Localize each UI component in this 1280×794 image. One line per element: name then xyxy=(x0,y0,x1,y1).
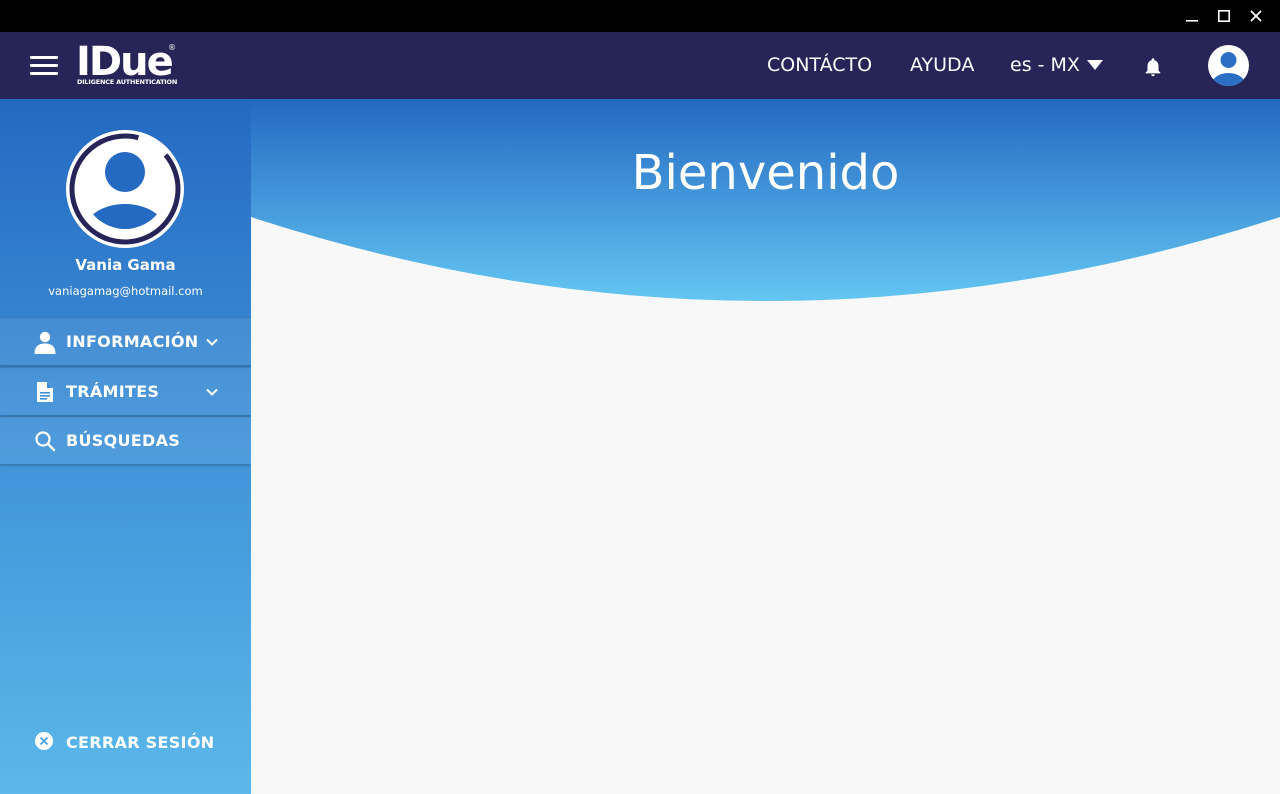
profile-name: Vania Gama xyxy=(75,256,176,274)
chevron-down-icon xyxy=(206,338,218,346)
close-circle-icon xyxy=(35,732,53,750)
menu-icon xyxy=(30,56,58,59)
search-icon xyxy=(33,429,57,453)
notifications-button[interactable] xyxy=(1142,56,1164,78)
logo-subtitle: DILIGENCE AUTHENTICATION xyxy=(77,78,178,86)
sidebar-item-label: BÚSQUEDAS xyxy=(66,431,181,450)
user-profile-icon xyxy=(66,130,184,248)
user-avatar-icon xyxy=(1208,45,1249,86)
sidebar-item-informacion[interactable]: INFORMACIÓN xyxy=(0,317,251,365)
document-icon xyxy=(33,380,57,404)
chevron-down-icon xyxy=(206,388,218,396)
logo-registered-mark: ® xyxy=(168,43,176,52)
menu-icon-bar xyxy=(30,72,58,75)
language-selector[interactable]: es - MX xyxy=(1010,53,1104,77)
profile-avatar[interactable] xyxy=(63,127,187,251)
app-header: IDue ® DILIGENCE AUTHENTICATION CONTÁCTO… xyxy=(0,32,1280,99)
user-avatar-button[interactable] xyxy=(1208,45,1249,86)
welcome-banner xyxy=(251,99,1280,301)
sidebar: Vania Gama vaniagamag@hotmail.com INFORM… xyxy=(0,99,251,794)
window-titlebar xyxy=(0,0,1280,32)
maximize-icon xyxy=(1217,9,1230,22)
logout-label: CERRAR SESIÓN xyxy=(66,733,215,752)
sidebar-item-label: INFORMACIÓN xyxy=(66,332,199,351)
minimize-button[interactable] xyxy=(1176,0,1208,32)
maximize-button[interactable] xyxy=(1208,0,1240,32)
user-icon xyxy=(33,330,57,354)
menu-icon-bar xyxy=(30,64,58,67)
help-link[interactable]: AYUDA xyxy=(910,53,974,77)
caret-down-icon xyxy=(1086,60,1103,70)
close-icon xyxy=(1250,10,1262,22)
minimize-icon xyxy=(1186,20,1198,22)
main-content: Bienvenido xyxy=(251,99,1280,794)
sidebar-item-label: TRÁMITES xyxy=(66,382,160,401)
sidebar-item-busquedas[interactable]: BÚSQUEDAS xyxy=(0,416,251,464)
app-logo[interactable]: IDue ® DILIGENCE AUTHENTICATION xyxy=(76,41,186,91)
close-button[interactable] xyxy=(1240,0,1272,32)
menu-toggle-button[interactable] xyxy=(30,54,60,78)
logo-text: IDue xyxy=(76,39,174,85)
language-label: es - MX xyxy=(1010,54,1080,76)
contact-link[interactable]: CONTÁCTO xyxy=(767,53,872,77)
page-title: Bienvenido xyxy=(631,145,900,201)
profile-email: vaniagamag@hotmail.com xyxy=(48,284,203,298)
bell-icon xyxy=(1145,58,1161,77)
logout-button[interactable]: CERRAR SESIÓN xyxy=(34,731,214,752)
sidebar-item-tramites[interactable]: TRÁMITES xyxy=(0,367,251,415)
